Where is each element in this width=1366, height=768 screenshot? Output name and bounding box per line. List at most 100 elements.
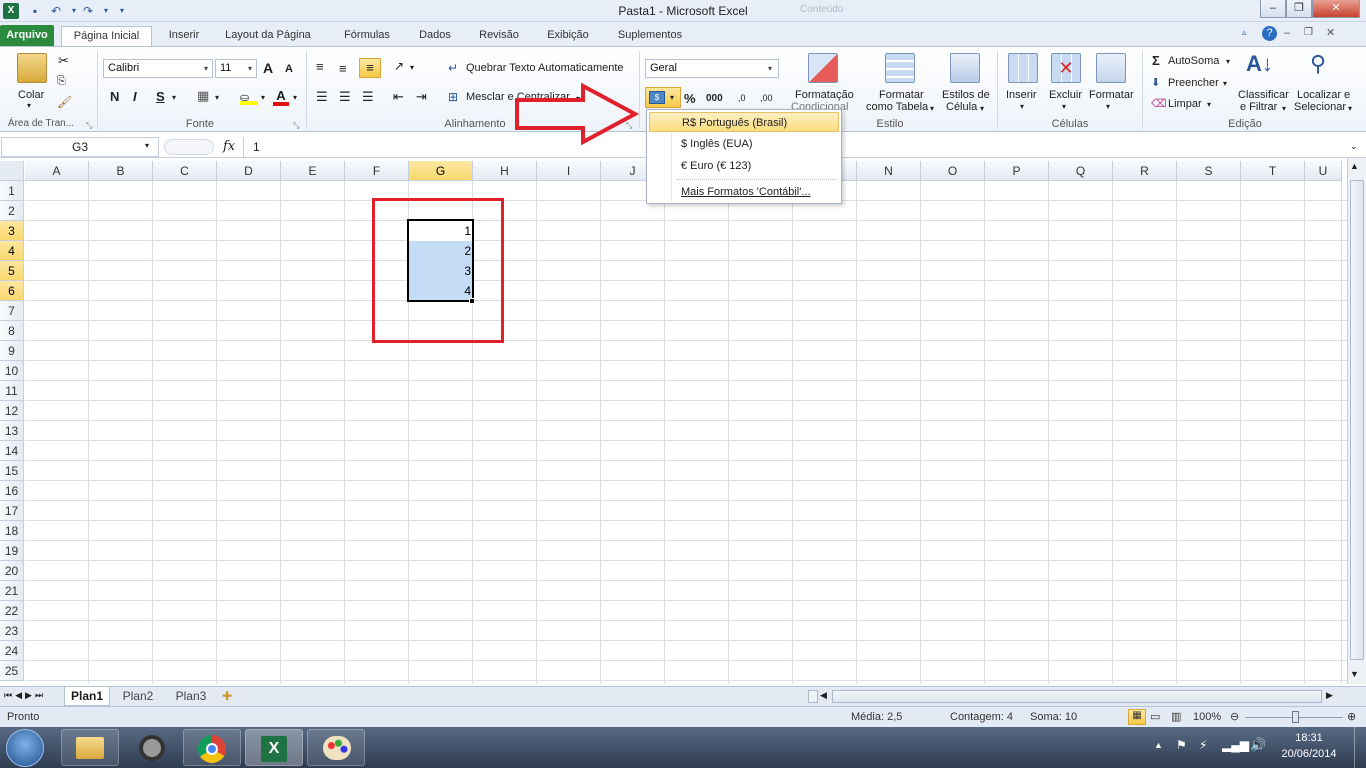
scroll-down-icon[interactable]: ▼ xyxy=(1350,669,1359,679)
autosum-dropdown-icon[interactable]: ▾ xyxy=(1226,57,1230,66)
app-minimize-icon[interactable]: – xyxy=(1284,27,1290,39)
orientation-icon[interactable]: ↗ xyxy=(394,59,404,73)
minimize-button[interactable]: – xyxy=(1260,0,1286,18)
align-left-icon[interactable]: ☰ xyxy=(316,89,328,105)
conditional-formatting-button[interactable]: Formatação xyxy=(795,89,854,101)
hscroll-left-icon[interactable]: ◀ xyxy=(820,690,827,701)
row-header-7[interactable]: 7 xyxy=(0,301,24,321)
number-format-select[interactable]: Geral xyxy=(645,59,779,78)
format-cells-icon[interactable] xyxy=(1096,53,1126,83)
row-header-18[interactable]: 18 xyxy=(0,521,24,541)
show-desktop-button[interactable] xyxy=(1354,727,1366,768)
row-header-25[interactable]: 25 xyxy=(0,661,24,681)
zoom-slider-thumb[interactable] xyxy=(1292,711,1299,723)
tray-expand-icon[interactable]: ▲ xyxy=(1154,740,1163,750)
column-header-d[interactable]: D xyxy=(217,161,281,181)
row-header-23[interactable]: 23 xyxy=(0,621,24,641)
format-painter-icon[interactable]: 🖌 xyxy=(57,95,72,109)
decrease-indent-icon[interactable]: ⇤ xyxy=(393,89,404,105)
font-color-icon[interactable]: A xyxy=(273,88,289,106)
tab-inserir[interactable]: Inserir xyxy=(160,26,208,46)
sort-filter-icon[interactable]: A↓ xyxy=(1246,51,1273,77)
tab-exibicao[interactable]: Exibição xyxy=(540,26,596,46)
cell-styles-icon[interactable] xyxy=(950,53,980,83)
row-header-16[interactable]: 16 xyxy=(0,481,24,501)
column-header-c[interactable]: C xyxy=(153,161,217,181)
bold-button[interactable]: N xyxy=(110,89,119,104)
row-header-21[interactable]: 21 xyxy=(0,581,24,601)
taskbar-paint[interactable] xyxy=(307,729,365,766)
taskbar-chrome[interactable] xyxy=(183,729,241,766)
italic-button[interactable]: I xyxy=(133,89,137,104)
borders-dropdown-icon[interactable]: ▾ xyxy=(215,93,219,102)
font-name-dropdown-icon[interactable]: ▾ xyxy=(204,64,208,73)
tab-revisao[interactable]: Revisão xyxy=(472,26,526,46)
column-header-f[interactable]: F xyxy=(345,161,409,181)
clipboard-launcher-icon[interactable]: ⤡ xyxy=(86,121,92,131)
row-header-15[interactable]: 15 xyxy=(0,461,24,481)
sort-dropdown-icon[interactable]: ▾ xyxy=(1282,104,1286,113)
copy-icon[interactable]: ⎘ xyxy=(57,75,66,88)
sort-filter-button-line2[interactable]: e Filtrar xyxy=(1240,101,1277,113)
paste-icon[interactable] xyxy=(17,53,47,83)
help-icon[interactable]: ? xyxy=(1262,26,1277,41)
align-center-icon[interactable]: ☰ xyxy=(339,89,351,105)
row-header-3[interactable]: 3 xyxy=(0,221,24,241)
normal-view-icon[interactable]: ▦ xyxy=(1128,709,1146,725)
column-header-p[interactable]: P xyxy=(985,161,1049,181)
align-top-icon[interactable]: ≡ xyxy=(316,59,324,74)
hscroll-right-icon[interactable]: ▶ xyxy=(1326,690,1333,701)
align-bottom-icon[interactable]: ≡ xyxy=(359,58,381,78)
volume-icon[interactable]: 🔊 xyxy=(1250,737,1266,753)
tab-layout[interactable]: Layout da Página xyxy=(220,26,316,46)
menu-item-dollar[interactable]: $ Inglês (EUA) xyxy=(649,134,839,154)
clear-dropdown-icon[interactable]: ▾ xyxy=(1207,100,1211,109)
row-header-20[interactable]: 20 xyxy=(0,561,24,581)
close-button[interactable]: ✕ xyxy=(1312,0,1360,18)
cell-styles-button-line2[interactable]: Célula xyxy=(946,101,977,113)
wrap-text-button[interactable]: Quebrar Texto Automaticamente xyxy=(466,62,624,74)
scroll-up-icon[interactable]: ▲ xyxy=(1350,161,1359,171)
clear-button[interactable]: Limpar xyxy=(1168,98,1202,110)
column-header-t[interactable]: T xyxy=(1241,161,1305,181)
autosum-button[interactable]: AutoSoma xyxy=(1168,55,1219,67)
align-right-icon[interactable]: ☰ xyxy=(362,89,374,105)
fill-dropdown-icon[interactable]: ▾ xyxy=(1223,79,1227,88)
menu-item-euro[interactable]: € Euro (€ 123) xyxy=(649,156,839,176)
delete-cells-button[interactable]: Excluir xyxy=(1049,89,1082,101)
number-format-dropdown-icon[interactable]: ▾ xyxy=(768,64,772,73)
increase-indent-icon[interactable]: ⇥ xyxy=(416,89,427,105)
taskbar-explorer[interactable] xyxy=(61,729,119,766)
sort-filter-button[interactable]: Classificar xyxy=(1238,89,1289,101)
paste-dropdown-icon[interactable]: ▾ xyxy=(27,101,31,110)
font-name-select[interactable]: Calibri xyxy=(103,59,213,78)
page-break-view-icon[interactable]: ▥ xyxy=(1171,710,1181,723)
find-select-icon[interactable]: ⚲ xyxy=(1310,51,1326,77)
font-launcher-icon[interactable]: ⤡ xyxy=(293,121,299,131)
spreadsheet-grid[interactable]: ABCDEFGHIJKLMNOPQRSTU 123456789101112131… xyxy=(0,161,1347,684)
row-header-11[interactable]: 11 xyxy=(0,381,24,401)
conditional-formatting-icon[interactable] xyxy=(808,53,838,83)
thousands-button[interactable]: 000 xyxy=(706,93,723,104)
format-as-table-icon[interactable] xyxy=(885,53,915,83)
format-as-table-dropdown-icon[interactable]: ▾ xyxy=(930,104,934,113)
row-header-14[interactable]: 14 xyxy=(0,441,24,461)
menu-item-real[interactable]: R$ Português (Brasil) xyxy=(649,112,839,132)
fill-color-dropdown-icon[interactable]: ▾ xyxy=(261,93,265,102)
percent-button[interactable]: % xyxy=(684,91,696,106)
format-as-table-button[interactable]: Formatar xyxy=(879,89,924,101)
insert-cells-icon[interactable] xyxy=(1008,53,1038,83)
row-header-6[interactable]: 6 xyxy=(0,281,24,301)
delete-dropdown-icon[interactable]: ▾ xyxy=(1062,102,1066,111)
column-header-i[interactable]: I xyxy=(537,161,601,181)
column-header-q[interactable]: Q xyxy=(1049,161,1113,181)
row-header-13[interactable]: 13 xyxy=(0,421,24,441)
row-header-2[interactable]: 2 xyxy=(0,201,24,221)
column-header-g[interactable]: G xyxy=(409,161,473,181)
fill-button[interactable]: Preencher xyxy=(1168,77,1219,89)
column-header-o[interactable]: O xyxy=(921,161,985,181)
menu-item-more-formats[interactable]: Mais Formatos 'Contábil'... xyxy=(649,182,839,202)
font-size-dropdown-icon[interactable]: ▾ xyxy=(248,64,252,73)
name-box-dropdown-icon[interactable]: ▾ xyxy=(145,141,149,150)
cell-styles-dropdown-icon[interactable]: ▾ xyxy=(980,104,984,113)
